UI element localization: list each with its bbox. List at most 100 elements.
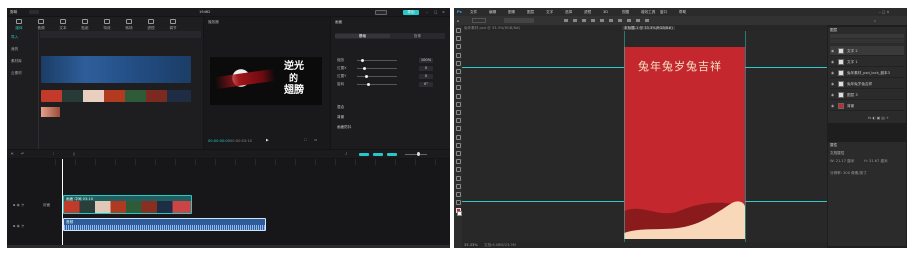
ps-menu-item[interactable]: 文字 <box>546 10 553 14</box>
ps-tool-icon[interactable] <box>455 175 461 181</box>
layer-row[interactable]: ◉ 兔年兔岁兔吉祥 <box>830 79 904 89</box>
layer-filter-bar[interactable] <box>830 34 904 38</box>
ps-tool-icon[interactable] <box>455 118 461 124</box>
layer-actions[interactable]: fx ◐ ▣ ▤ + <box>868 116 889 120</box>
ps-menu-item[interactable]: 视图 <box>622 10 629 14</box>
delete-icon[interactable]: ▯ <box>73 152 75 156</box>
property-slider-handle[interactable] <box>365 74 368 78</box>
ps-tool-icon[interactable] <box>455 44 461 50</box>
ps-menu-item[interactable]: 3D <box>603 10 608 14</box>
lock-icon[interactable]: ▪ ◉ ◔ <box>13 203 24 207</box>
maximize-icon[interactable]: □ <box>434 10 437 14</box>
toolbar-item[interactable]: 特效 <box>97 18 117 30</box>
pro-badge[interactable] <box>375 9 387 15</box>
ps-tool-icon[interactable] <box>455 101 461 107</box>
toolbar-item[interactable]: 音频 <box>31 18 51 30</box>
ps-menu-item[interactable]: 选择 <box>565 10 572 14</box>
menu-button[interactable] <box>29 10 39 14</box>
close-icon[interactable]: × <box>442 10 445 14</box>
layer-row[interactable]: ◉ 图层 3 <box>830 90 904 100</box>
fullscreen-icon[interactable]: ⛶ <box>304 138 307 142</box>
property-slider[interactable] <box>357 75 397 77</box>
toolbar-item[interactable]: 转场 <box>119 18 139 30</box>
layer-row[interactable]: ◉ 文字 2 <box>830 46 904 56</box>
panel-section-header[interactable]: 混合 <box>337 105 344 109</box>
property-slider-handle[interactable] <box>363 66 366 70</box>
sidebar-item[interactable]: 云素材 <box>11 71 22 75</box>
eye-icon[interactable]: ◉ <box>831 60 834 64</box>
minimize-icon[interactable]: – <box>426 10 428 14</box>
property-value[interactable]: 0° <box>419 81 433 87</box>
ps-tool-icon[interactable] <box>455 192 461 197</box>
toolbar-item[interactable]: 贴纸 <box>75 18 95 30</box>
search-icon[interactable]: ⌕ <box>874 19 876 23</box>
ps-tool-icon[interactable] <box>455 69 461 74</box>
toolbar-item[interactable]: 调节 <box>163 18 183 30</box>
snap-toggle[interactable] <box>359 152 369 156</box>
move-tool-option[interactable] <box>472 18 486 23</box>
home-icon[interactable]: ⌂ <box>457 19 459 23</box>
sidebar-item[interactable]: 素材库 <box>11 59 22 63</box>
toolbar-item[interactable]: 媒体 <box>9 18 29 30</box>
sidebar-item[interactable]: 我的 <box>11 47 18 51</box>
audio-track-icons[interactable]: ▪ ◉ ◔ <box>13 224 24 228</box>
tab-cutout[interactable]: 抠像 <box>390 34 445 38</box>
ps-tab-1[interactable]: 兔年素材.psd @ 33.3%(RGB/8#) <box>464 26 614 30</box>
document-canvas[interactable]: 兔年兔岁兔吉祥 <box>624 47 745 239</box>
video-clip[interactable]: 画面 中间 03:10 <box>63 195 192 214</box>
media-thumb-large[interactable] <box>41 56 191 83</box>
property-slider[interactable] <box>357 83 397 85</box>
play-icon[interactable]: ▶ <box>266 138 269 142</box>
ps-tool-icon[interactable] <box>455 126 461 132</box>
preview-axis-toggle[interactable] <box>387 152 397 156</box>
property-value[interactable]: 0 <box>419 65 433 71</box>
ps-menu-item[interactable]: 帮助 <box>679 10 686 14</box>
export-button[interactable]: 导出 <box>403 9 419 15</box>
ps-tool-icon[interactable] <box>455 151 461 156</box>
zoom-slider[interactable] <box>405 153 427 155</box>
mic-icon[interactable]: ♪ <box>345 152 347 156</box>
eye-icon[interactable]: ◉ <box>831 93 834 97</box>
ps-tool-icon[interactable] <box>455 134 461 140</box>
ps-menu-item[interactable]: 编辑 <box>489 10 496 14</box>
ps-menu-item[interactable]: 图层 <box>527 10 534 14</box>
blend-mode-bar[interactable] <box>830 39 904 43</box>
ps-tab-2[interactable]: 未标题-1 @ 33.3%(RGB/8#) <box>622 26 675 30</box>
ps-menu-item[interactable]: 图像 <box>508 10 515 14</box>
tab-basic[interactable]: 基础 <box>335 34 390 38</box>
sidebar-item[interactable]: 导入 <box>11 35 18 39</box>
property-value[interactable]: 100% <box>419 57 433 63</box>
ps-tool-icon[interactable] <box>455 142 461 148</box>
zoom-handle[interactable] <box>417 152 420 156</box>
toolbar-item[interactable]: 滤镜 <box>141 18 161 30</box>
media-thumb-strip[interactable] <box>41 90 191 102</box>
eye-icon[interactable]: ◉ <box>831 71 834 75</box>
panel-section-header[interactable]: 画面防抖 <box>337 125 351 129</box>
ps-tool-icon[interactable] <box>455 60 461 66</box>
ps-menu-item[interactable]: 文件 <box>470 10 477 14</box>
ps-tool-icon[interactable] <box>455 52 461 58</box>
eye-icon[interactable]: ◉ <box>831 49 834 53</box>
select-tool-icon[interactable]: ⇱ <box>11 152 14 156</box>
property-slider-handle[interactable] <box>361 58 364 62</box>
ps-tool-icon[interactable] <box>455 93 461 99</box>
ps-tool-icon[interactable] <box>455 85 461 91</box>
undo-icon[interactable]: ↶ <box>21 152 24 156</box>
toolbar-item[interactable]: 文本 <box>53 18 73 30</box>
ps-tool-icon[interactable] <box>455 159 461 165</box>
eye-icon[interactable]: ◉ <box>831 104 834 108</box>
eye-icon[interactable]: ◉ <box>831 82 834 86</box>
timeline-scrollbar[interactable] <box>7 245 450 248</box>
ps-tool-icon[interactable] <box>455 167 461 173</box>
ps-menu-item[interactable]: 增效工具 <box>641 10 655 14</box>
ps-menu-item[interactable]: 窗口 <box>660 10 667 14</box>
auto-select-option[interactable] <box>504 18 534 23</box>
layer-row[interactable]: ◉ 背景 <box>830 101 904 111</box>
panel-section-header[interactable]: 背景 <box>337 115 344 119</box>
ratio-icon[interactable]: ▭ <box>314 138 317 142</box>
align-icons[interactable] <box>564 19 654 22</box>
property-value[interactable]: 0 <box>419 73 433 79</box>
ps-tool-icon[interactable] <box>455 36 461 42</box>
link-toggle[interactable] <box>373 152 383 156</box>
ps-tool-icon[interactable] <box>455 200 461 206</box>
